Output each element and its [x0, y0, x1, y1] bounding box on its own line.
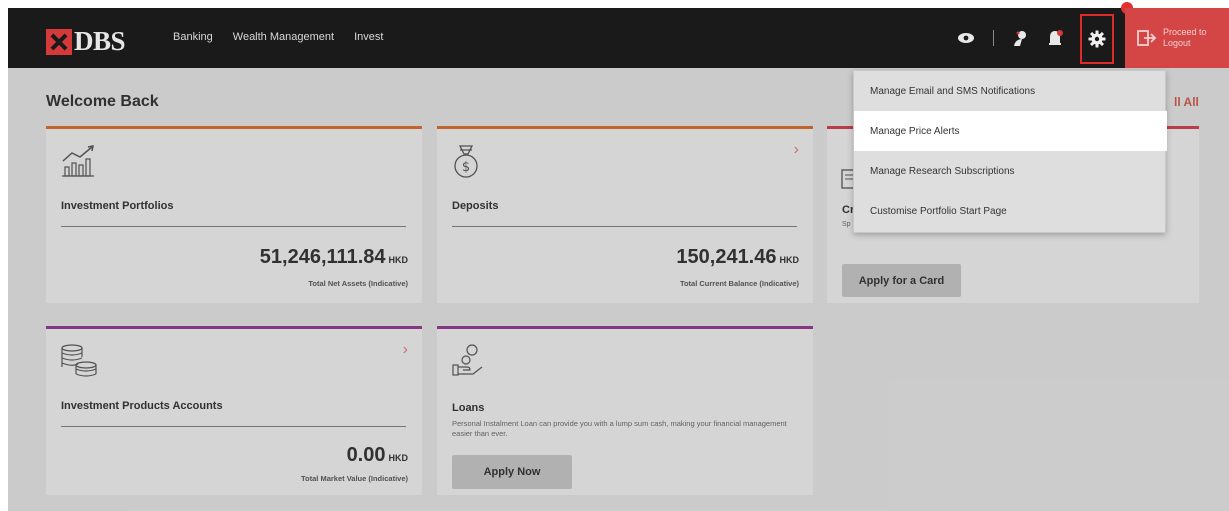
eye-icon[interactable] [956, 28, 976, 48]
dbs-logo-mark-icon [46, 28, 72, 55]
gear-icon [1088, 30, 1106, 48]
nav-invest[interactable]: Invest [354, 31, 383, 43]
logout-icon [1137, 30, 1157, 46]
settings-gear-button[interactable] [1080, 14, 1114, 64]
logo-text: DBS [74, 26, 126, 56]
logout-label: Proceed to Logout [1163, 27, 1207, 48]
dbs-logo[interactable]: DBS [46, 26, 126, 57]
notification-bell-icon[interactable] [1045, 28, 1065, 48]
menu-item-manage-notifications[interactable]: Manage Email and SMS Notifications [854, 71, 1167, 111]
menu-item-manage-research-subscriptions[interactable]: Manage Research Subscriptions [854, 151, 1167, 191]
header-separator [993, 30, 994, 46]
menu-item-customise-start-page[interactable]: Customise Portfolio Start Page [854, 191, 1167, 231]
top-header: DBS Banking Wealth Management Invest Pro… [8, 2, 1229, 68]
nav-banking[interactable]: Banking [173, 31, 213, 43]
nav-wealth-management[interactable]: Wealth Management [233, 31, 334, 43]
app-window: DBS Banking Wealth Management Invest Pro… [8, 2, 1229, 511]
settings-dropdown-menu: Manage Email and SMS Notifications Manag… [853, 70, 1167, 233]
logout-button[interactable]: Proceed to Logout [1125, 8, 1229, 68]
user-support-icon[interactable] [1011, 28, 1031, 48]
menu-item-manage-price-alerts[interactable]: Manage Price Alerts [854, 111, 1167, 151]
main-nav: Banking Wealth Management Invest [173, 31, 403, 43]
